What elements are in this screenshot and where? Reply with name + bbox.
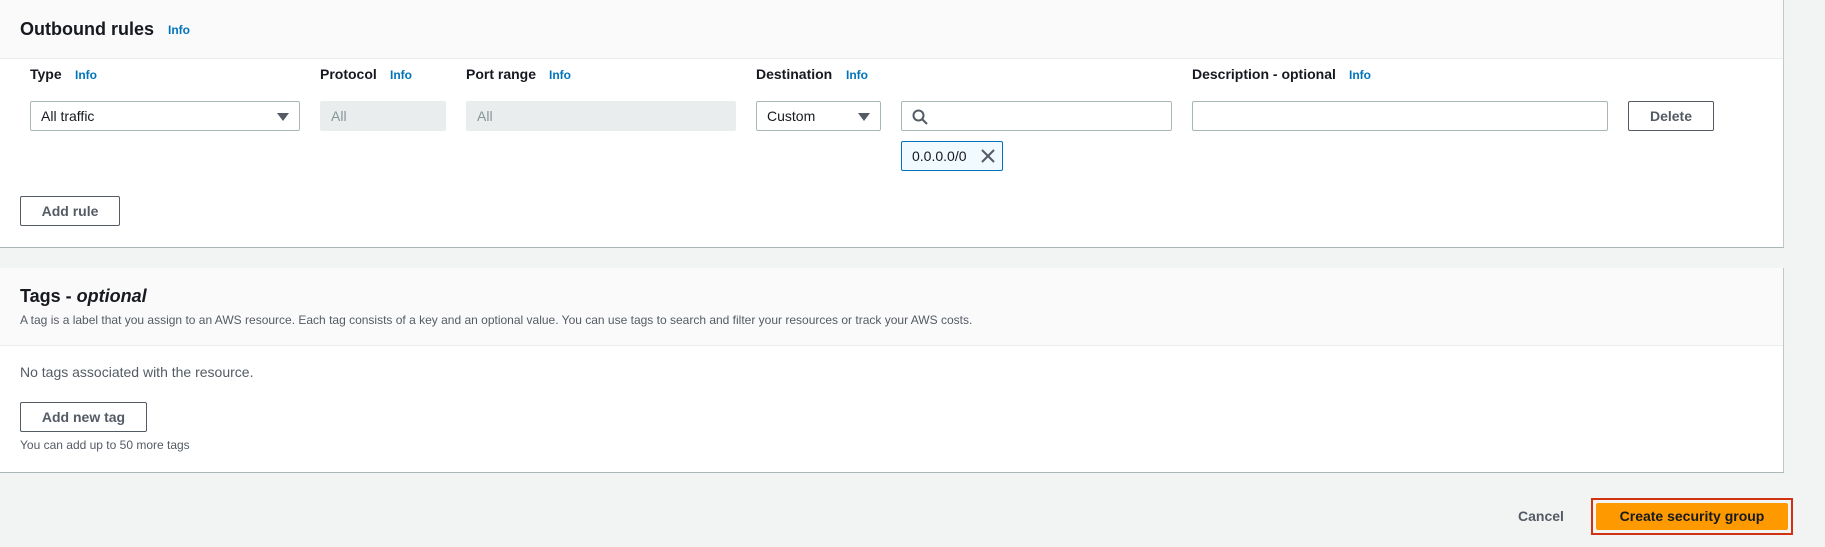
protocol-info-link[interactable]: Info [390, 68, 412, 82]
type-select[interactable]: All traffic [30, 101, 300, 131]
cancel-button[interactable]: Cancel [1518, 508, 1564, 524]
create-button-highlight: Create security group [1591, 498, 1793, 535]
caret-down-icon [858, 113, 870, 121]
protocol-field-value: All [331, 108, 347, 124]
cidr-token: 0.0.0.0/0 [901, 141, 1003, 171]
destination-info-link[interactable]: Info [846, 68, 868, 82]
add-new-tag-button[interactable]: Add new tag [20, 402, 147, 432]
delete-rule-button[interactable]: Delete [1628, 101, 1714, 131]
caret-down-icon [277, 113, 289, 121]
add-rule-button[interactable]: Add rule [20, 196, 120, 226]
search-icon [912, 109, 928, 125]
protocol-label: Protocol [320, 66, 377, 82]
tags-title: Tags - optional [20, 286, 147, 307]
description-input[interactable] [1192, 101, 1608, 131]
type-label: Type [30, 66, 62, 82]
create-security-group-button[interactable]: Create security group [1596, 503, 1788, 530]
tags-header: Tags - optional A tag is a label that yo… [0, 268, 1783, 346]
port-range-field-value: All [477, 108, 493, 124]
destination-select[interactable]: Custom [756, 101, 881, 131]
tags-description: A tag is a label that you assign to an A… [20, 313, 973, 327]
tags-panel: Tags - optional A tag is a label that yo… [0, 268, 1784, 473]
tags-title-main: Tags - [20, 286, 77, 306]
destination-search-input[interactable] [901, 101, 1172, 131]
cidr-token-label: 0.0.0.0/0 [912, 148, 967, 164]
protocol-field: All [320, 101, 446, 131]
no-tags-text: No tags associated with the resource. [20, 364, 254, 380]
description-info-link[interactable]: Info [1349, 68, 1371, 82]
close-icon[interactable] [980, 148, 996, 164]
destination-select-value: Custom [767, 108, 816, 124]
port-range-label: Port range [466, 66, 537, 82]
type-select-value: All traffic [41, 108, 95, 124]
port-range-info-link[interactable]: Info [549, 68, 571, 82]
tag-limit-text: You can add up to 50 more tags [20, 438, 190, 452]
outbound-rules-header: Outbound rules Info [0, 0, 1783, 59]
type-info-link[interactable]: Info [75, 68, 97, 82]
outbound-rules-info-link[interactable]: Info [168, 23, 190, 37]
destination-label: Destination [756, 66, 833, 82]
description-label: Description - optional [1192, 66, 1336, 82]
outbound-rules-panel: Outbound rules Info Type Info Protocol I… [0, 0, 1784, 248]
outbound-rules-title: Outbound rules [20, 19, 154, 39]
tags-title-optional: optional [76, 286, 147, 306]
port-range-field: All [466, 101, 736, 131]
